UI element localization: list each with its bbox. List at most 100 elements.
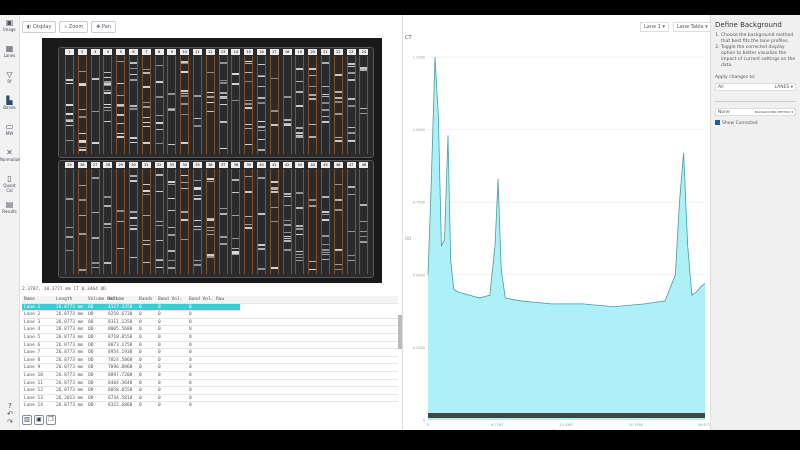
lane-profile-chart[interactable]: CT 0 0.2500 0.5000 0.7500 1.0000 1.2500 0 6.7193… <box>403 30 710 430</box>
gel-lane[interactable] <box>333 56 343 154</box>
table-row[interactable]: Lane 4 26.8773 mm OD 8005.5688 0 0 0 <box>22 326 398 334</box>
gel-lane[interactable] <box>321 169 330 274</box>
gel-lane[interactable] <box>231 169 241 274</box>
gel-lane[interactable] <box>295 169 305 274</box>
gel-lane[interactable] <box>346 169 356 274</box>
gel-lane[interactable] <box>116 169 126 274</box>
table-row[interactable]: Lane 7 26.8773 mm OD 8954.1938 0 0 0 <box>22 349 398 357</box>
gel-lane[interactable] <box>218 169 228 274</box>
column-header[interactable]: Length <box>54 296 86 303</box>
gel-band <box>117 94 125 97</box>
table-row[interactable]: Lane 12 26.8773 mm OD 8058.0558 0 0 0 <box>22 387 398 395</box>
gel-lane[interactable] <box>180 56 190 154</box>
sidebar-item-results[interactable]: ▤ Results <box>0 197 19 223</box>
save-icon[interactable]: ▣ <box>34 415 44 425</box>
gel-lane[interactable] <box>205 169 215 274</box>
gel-lane[interactable] <box>257 169 266 274</box>
gel-lane[interactable] <box>167 169 177 274</box>
column-header[interactable]: Name <box>22 296 54 303</box>
apply-select[interactable]: All LANES ▾ <box>715 83 796 91</box>
table-row[interactable]: Lane 13 26.2013 mm OD 6734.5818 0 0 0 <box>22 395 398 403</box>
gel-lane[interactable] <box>308 56 318 154</box>
sidebar-item-rf[interactable]: ▽ Rf <box>0 67 19 93</box>
undo-icon[interactable]: ↶ <box>0 410 20 418</box>
table-row[interactable]: Lane 8 26.8773 mm OD 7824.5868 0 0 0 <box>22 357 398 365</box>
sidebar-item-lanes[interactable]: ▦ Lanes <box>0 41 19 67</box>
table-cell: 6734.5818 <box>108 395 133 401</box>
column-header[interactable]: Band Vol. <box>156 296 187 303</box>
pan-button[interactable]: ✥ Pan <box>91 21 117 33</box>
sidebar-item-quant-cal[interactable]: ▯ Quant Cal <box>0 171 19 197</box>
gel-lane[interactable] <box>308 169 318 274</box>
table-row[interactable]: Lane 3 26.8773 mm OD 8311.1358 0 0 0 <box>22 319 398 327</box>
copy-icon[interactable]: ❐ <box>46 415 56 425</box>
gel-band <box>283 219 291 222</box>
column-header[interactable]: Volume <box>106 296 137 303</box>
background-method-select[interactable]: None BACKGROUND METHOD ▾ <box>715 108 796 116</box>
gel-lane[interactable] <box>180 169 190 274</box>
gel-lane[interactable] <box>77 169 87 274</box>
table-row[interactable]: Lane 5 26.8773 mm OD 8718.0558 0 0 0 <box>22 334 398 342</box>
columns-icon[interactable]: ▥ <box>22 415 32 425</box>
gel-lane[interactable] <box>321 56 330 154</box>
table-row[interactable]: Lane 9 26.8773 mm OD 7896.8868 0 0 0 <box>22 364 398 372</box>
table-row[interactable]: Lane 6 26.8773 mm OD 8873.1758 0 0 0 <box>22 342 398 350</box>
gel-lane[interactable] <box>129 56 138 154</box>
gel-lane[interactable] <box>257 56 266 154</box>
column-header[interactable]: Volume Unit <box>86 296 118 303</box>
gel-lane[interactable] <box>282 169 292 274</box>
sidebar-item-normalize[interactable]: ✕ Normalize <box>0 145 20 171</box>
gel-lane[interactable] <box>218 56 228 154</box>
sidebar-item-bands[interactable]: ▙ Bands <box>0 93 19 119</box>
gel-lane[interactable] <box>154 169 164 274</box>
gel-lane[interactable] <box>65 56 74 154</box>
gel-lane[interactable] <box>269 56 279 154</box>
show-corrected-checkbox[interactable]: Show Corrected <box>715 120 796 126</box>
gel-lane[interactable] <box>141 56 151 154</box>
display-button[interactable]: ◐ Display <box>22 21 57 33</box>
sidebar-item-mw[interactable]: ▭ MW <box>0 119 19 145</box>
gel-lane[interactable] <box>346 56 356 154</box>
gel-lane[interactable] <box>116 56 126 154</box>
gel-lane[interactable] <box>205 56 215 154</box>
gel-lane[interactable] <box>141 169 151 274</box>
table-row[interactable]: Lane 10 26.8773 mm OD 8897.7208 0 0 0 <box>22 372 398 380</box>
gel-image[interactable]: 1 2 3 4 5 6 7 8 9 10 11 12 13 14 15 16 17 18 19 20 21 22 23 24 … <box>42 38 382 283</box>
gel-lane[interactable] <box>231 56 241 154</box>
gel-band <box>130 108 137 110</box>
gel-lane[interactable] <box>193 56 202 154</box>
table-cell: 8322.6868 <box>108 403 133 408</box>
gel-lane[interactable] <box>295 56 305 154</box>
gel-lane[interactable] <box>90 56 100 154</box>
gel-lane[interactable] <box>129 169 138 274</box>
lane-label: 46 <box>333 162 343 168</box>
gel-band <box>194 125 201 127</box>
gel-lane[interactable] <box>77 56 87 154</box>
gel-lane[interactable] <box>269 169 279 274</box>
gel-lane[interactable] <box>103 169 113 274</box>
y-tick-label: 0.7500 <box>413 201 425 205</box>
gel-lane[interactable] <box>193 169 202 274</box>
zoom-button[interactable]: ⌕ Zoom <box>59 21 89 33</box>
gel-lane[interactable] <box>359 56 369 154</box>
table-row[interactable]: Lane 14 26.8773 mm OD 8322.6868 0 0 0 <box>22 402 398 408</box>
gel-lane[interactable] <box>103 56 113 154</box>
gel-lane[interactable] <box>90 169 100 274</box>
gel-lane[interactable] <box>333 169 343 274</box>
gel-lane[interactable] <box>244 169 254 274</box>
sidebar-item-image[interactable]: ▣ Image <box>0 15 19 41</box>
column-header[interactable]: Bands <box>137 296 156 303</box>
gel-lane[interactable] <box>167 56 177 154</box>
table-row[interactable]: Lane 1 26.8773 mm OD 4327.3358 0 0 0 <box>22 303 240 312</box>
gel-lane[interactable] <box>359 169 369 274</box>
table-row[interactable]: Lane 2 26.8773 mm OD 8258.6728 0 0 0 <box>22 311 398 319</box>
gel-lane[interactable] <box>244 56 254 154</box>
redo-icon[interactable]: ↷ <box>0 418 20 426</box>
gel-lane[interactable] <box>282 56 292 154</box>
table-row[interactable]: Lane 11 26.8773 mm OD 8484.3648 0 0 0 <box>22 380 398 388</box>
column-header[interactable]: Band Vol. Raw <box>187 296 240 303</box>
gel-band <box>142 214 150 217</box>
gel-lane[interactable] <box>65 169 74 274</box>
help-icon[interactable]: ? <box>0 402 20 410</box>
gel-lane[interactable] <box>154 56 164 154</box>
